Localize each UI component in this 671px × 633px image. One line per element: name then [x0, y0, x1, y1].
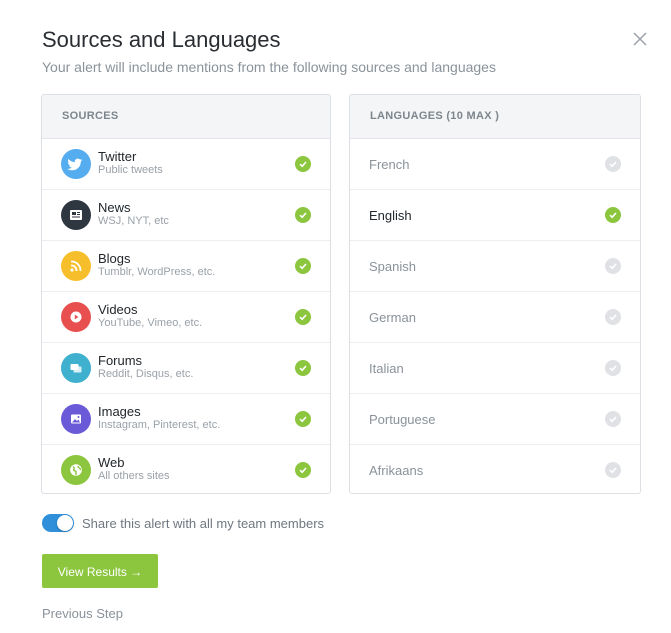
languages-header: LANGUAGES (10 MAX )	[350, 95, 640, 139]
language-list: French English Spanish German Italian Portugu…	[350, 139, 640, 493]
toggle-knob	[57, 515, 73, 531]
check-icon[interactable]	[295, 207, 311, 223]
rss-icon	[61, 251, 91, 281]
source-description: Reddit, Disqus, etc.	[98, 368, 194, 380]
check-icon[interactable]	[605, 411, 621, 427]
check-icon[interactable]	[605, 360, 621, 376]
dialog-title: Sources and Languages	[42, 27, 281, 52]
share-toggle[interactable]	[42, 514, 74, 532]
chat-icon	[61, 353, 91, 383]
check-icon[interactable]	[605, 462, 621, 478]
check-icon[interactable]	[295, 156, 311, 172]
language-name: German	[369, 310, 416, 325]
source-name: News	[98, 200, 131, 215]
source-name: Videos	[98, 302, 138, 317]
sources-header: SOURCES	[42, 95, 330, 139]
source-name: Forums	[98, 353, 143, 368]
source-name: Web	[98, 455, 125, 470]
previous-step-link[interactable]: Previous Step	[42, 606, 123, 621]
sources-panel: SOURCES Twitter Public tweets News WSJ, NYT…	[41, 94, 331, 494]
language-name: Spanish	[369, 259, 416, 274]
source-description: Instagram, Pinterest, etc.	[98, 419, 221, 431]
language-name: Portuguese	[369, 412, 436, 427]
language-row-french[interactable]: French	[350, 139, 640, 190]
language-row-italian[interactable]: Italian	[350, 343, 640, 394]
play-icon	[61, 302, 91, 332]
image-icon	[61, 404, 91, 434]
source-description: WSJ, NYT, etc	[98, 215, 169, 227]
source-name: Blogs	[98, 251, 131, 266]
language-name: Italian	[369, 361, 404, 376]
language-row-portuguese[interactable]: Portuguese	[350, 394, 640, 445]
source-description: YouTube, Vimeo, etc.	[98, 317, 203, 329]
language-row-english[interactable]: English	[350, 190, 640, 241]
check-icon[interactable]	[605, 156, 621, 172]
language-row-spanish[interactable]: Spanish	[350, 241, 640, 292]
check-icon[interactable]	[295, 258, 311, 274]
source-list: Twitter Public tweets News WSJ, NYT, etc Blo…	[42, 139, 330, 493]
source-description: All others sites	[98, 470, 170, 482]
source-row-twitter[interactable]: Twitter Public tweets	[42, 139, 330, 190]
globe-icon	[61, 455, 91, 485]
source-row-blogs[interactable]: Blogs Tumblr, WordPress, etc.	[42, 241, 330, 292]
language-row-german[interactable]: German	[350, 292, 640, 343]
close-icon[interactable]	[632, 31, 648, 47]
language-name: French	[369, 157, 410, 172]
check-icon[interactable]	[605, 258, 621, 274]
source-description: Tumblr, WordPress, etc.	[98, 266, 216, 278]
language-name: English	[369, 208, 412, 223]
source-row-images[interactable]: Images Instagram, Pinterest, etc.	[42, 394, 330, 445]
check-icon[interactable]	[295, 411, 311, 427]
check-icon[interactable]	[605, 309, 621, 325]
languages-panel: LANGUAGES (10 MAX ) French English Spanish…	[349, 94, 641, 494]
language-row-afrikaans[interactable]: Afrikaans	[350, 445, 640, 493]
source-name: Twitter	[98, 149, 137, 164]
source-name: Images	[98, 404, 141, 419]
twitter-icon	[61, 149, 91, 179]
language-name: Afrikaans	[369, 463, 424, 478]
check-icon[interactable]	[295, 360, 311, 376]
source-row-videos[interactable]: Videos YouTube, Vimeo, etc.	[42, 292, 330, 343]
check-icon[interactable]	[295, 309, 311, 325]
view-results-button[interactable]: View Results →	[42, 554, 158, 588]
source-row-forums[interactable]: Forums Reddit, Disqus, etc.	[42, 343, 330, 394]
check-icon[interactable]	[295, 462, 311, 478]
dialog-subtitle: Your alert will include mentions from th…	[42, 59, 496, 75]
source-row-web[interactable]: Web All others sites	[42, 445, 330, 493]
source-row-news[interactable]: News WSJ, NYT, etc	[42, 190, 330, 241]
check-icon[interactable]	[605, 207, 621, 223]
source-description: Public tweets	[98, 164, 163, 176]
newspaper-icon	[61, 200, 91, 230]
share-toggle-label: Share this alert with all my team member…	[82, 516, 325, 531]
